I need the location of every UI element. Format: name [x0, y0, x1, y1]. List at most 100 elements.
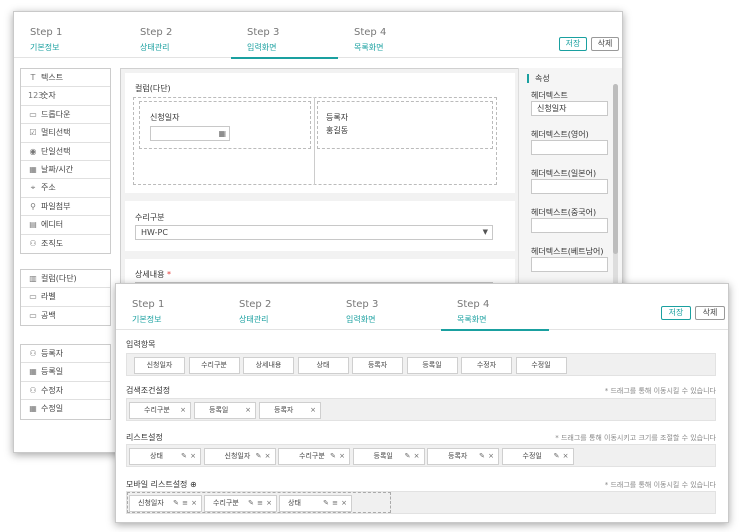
search-chip[interactable]: 수리구분 × [129, 402, 191, 419]
drag-handle-icon[interactable]: ≡ [182, 496, 188, 511]
edit-icon[interactable]: ✎ [181, 449, 187, 464]
close-icon[interactable]: × [563, 449, 569, 464]
list-chip[interactable]: 수정일 ✎ × [501, 448, 574, 465]
close-icon[interactable]: × [245, 403, 251, 418]
step-number: Step 4 [457, 299, 490, 310]
step-4-tab[interactable]: Step 4 목록화면 [441, 284, 549, 331]
palette-item[interactable]: 123 숫자 [21, 87, 110, 106]
list-chip[interactable]: 등록일 ✎ × [352, 448, 425, 465]
palette-item[interactable]: ◉ 단일선택 [21, 143, 110, 161]
search-settings-hint: * 드래그를 통해 이동시킬 수 있습니다 [604, 387, 716, 395]
input-item-chip[interactable]: 신청일자 [134, 357, 185, 374]
close-icon[interactable]: × [339, 449, 345, 464]
search-chip[interactable]: 등록일 × [194, 402, 256, 419]
edit-icon[interactable]: ✎ [256, 449, 262, 464]
input-items-zone: 신청일자 수리구분 상세내용 상태 등록자 등록일 수정자 수정일 [126, 353, 716, 376]
step-2-tab[interactable]: Step 2 상태관리 [223, 284, 329, 330]
delete-button[interactable]: 삭제 [591, 37, 619, 51]
mobile-chip[interactable]: 신청일자 ✎ ≡ × [129, 495, 202, 512]
step-2-tab[interactable]: Step 2 상태관리 [124, 12, 229, 58]
chip-label: 상태 [150, 452, 163, 460]
step-1-tab[interactable]: Step 1 기본정보 [116, 284, 222, 330]
input-item-chip[interactable]: 수정일 [515, 357, 567, 374]
registrant-value: 홍길동 [326, 126, 349, 135]
drag-handle-icon[interactable]: ≡ [332, 496, 338, 511]
close-icon[interactable]: × [180, 403, 186, 418]
palette-item[interactable]: ▭ 공백 [21, 307, 110, 325]
palette-item[interactable]: ▦ 날짜/시간 [21, 161, 110, 180]
edit-icon[interactable]: ✎ [248, 496, 254, 511]
save-button[interactable]: 저장 [661, 306, 691, 320]
date-input[interactable]: ▦ [150, 126, 230, 141]
delete-button[interactable]: 삭제 [695, 306, 725, 320]
close-icon[interactable]: × [341, 496, 347, 511]
close-icon[interactable]: × [488, 449, 494, 464]
palette-item[interactable]: ⚇ 등록자 [21, 345, 110, 364]
drag-handle-icon[interactable]: ≡ [257, 496, 263, 511]
step-nav: Step 1 기본정보 Step 2 상태관리 Step 3 입력화면 Step… [116, 284, 728, 331]
repair-type-block[interactable]: 수리구분 HW-PC ▼ [125, 201, 515, 251]
add-circle-icon[interactable]: ⊕ [190, 480, 197, 489]
property-input[interactable] [531, 140, 608, 155]
input-item-chip[interactable]: 수리구분 [188, 357, 240, 374]
property-input[interactable] [531, 218, 608, 233]
palette-item[interactable]: ⚇ 수정자 [21, 382, 110, 401]
palette-item[interactable]: T 텍스트 [21, 69, 110, 88]
property-input[interactable]: 신청일자 [531, 101, 608, 116]
label-icon: ▭ [29, 292, 37, 302]
input-item-chip[interactable]: 상태 [297, 357, 349, 374]
mobile-chip[interactable]: 상태 ✎ ≡ × [279, 495, 352, 512]
edit-icon[interactable]: ✎ [173, 496, 179, 511]
step-3-tab[interactable]: Step 3 입력화면 [231, 12, 338, 59]
close-icon[interactable]: × [265, 449, 271, 464]
step-1-tab[interactable]: Step 1 기본정보 [14, 12, 119, 58]
palette-item[interactable]: ☑ 멀티선택 [21, 124, 110, 143]
calendar-icon: ▦ [29, 404, 37, 414]
property-input[interactable] [531, 257, 608, 272]
date-field-block[interactable]: 신청일자 ▦ [139, 101, 311, 149]
edit-icon[interactable]: ✎ [330, 449, 336, 464]
edit-icon[interactable]: ✎ [323, 496, 329, 511]
palette-item[interactable]: ▤ 에디터 [21, 216, 110, 235]
palette-item[interactable]: ▦ 수정일 [21, 400, 110, 418]
property-input[interactable] [531, 179, 608, 194]
registrant-field-block[interactable]: 등록자 홍길동 [317, 101, 493, 149]
list-chip[interactable]: 등록자 ✎ × [427, 448, 499, 465]
edit-icon[interactable]: ✎ [405, 449, 411, 464]
palette-item[interactable]: ⌖ 주소 [21, 179, 110, 198]
step-3-tab[interactable]: Step 3 입력화면 [330, 284, 436, 330]
mobile-list-zone: 신청일자 ✎ ≡ × 수리구분 ✎ ≡ × 상태 ✎ ≡ × [126, 491, 716, 514]
input-item-chip[interactable]: 수정자 [461, 357, 512, 374]
edit-icon[interactable]: ✎ [554, 449, 560, 464]
field-palette-basic: T 텍스트 123 숫자 ▭ 드롭다운 ☑ 멀티선택 ◉ 단일선택 ▦ 날짜/시간 ⌖ 주소 ⚲ 파일첨부 ▤ 에… [20, 68, 111, 254]
palette-item[interactable]: ⚲ 파일첨부 [21, 198, 110, 217]
mobile-chip[interactable]: 수리구분 ✎ ≡ × [204, 495, 277, 512]
scrollbar-thumb[interactable] [613, 84, 618, 254]
search-chip[interactable]: 등록자 × [259, 402, 321, 419]
close-icon[interactable]: × [414, 449, 420, 464]
step-4-tab[interactable]: Step 4 목록화면 [338, 12, 443, 58]
palette-item[interactable]: ▭ 드롭다운 [21, 106, 110, 125]
column-block[interactable]: 컬럼(다단) 신청일자 ▦ 등록자 홍길동 [125, 73, 515, 193]
palette-item[interactable]: ▦ 등록일 [21, 363, 110, 382]
chip-label: 신청일자 [138, 499, 164, 507]
edit-icon[interactable]: ✎ [479, 449, 485, 464]
list-chip[interactable]: 신청일자 ✎ × [203, 448, 276, 465]
list-chip[interactable]: 상태 ✎ × [129, 448, 201, 465]
list-chip[interactable]: 수리구분 ✎ × [278, 448, 350, 465]
close-icon[interactable]: × [190, 449, 196, 464]
chip-label: 수리구분 [144, 406, 170, 414]
palette-item[interactable]: ▭ 라벨 [21, 288, 110, 307]
step-name: 상태관리 [140, 43, 170, 52]
input-item-chip[interactable]: 등록일 [406, 357, 458, 374]
palette-item[interactable]: ⚇ 조직도 [21, 235, 110, 253]
repair-type-select[interactable]: HW-PC ▼ [135, 225, 493, 240]
save-button[interactable]: 저장 [559, 37, 587, 51]
close-icon[interactable]: × [310, 403, 316, 418]
calendar-icon: ▦ [29, 164, 37, 174]
close-icon[interactable]: × [266, 496, 272, 511]
close-icon[interactable]: × [191, 496, 197, 511]
input-item-chip[interactable]: 등록자 [352, 357, 403, 374]
palette-item[interactable]: ▥ 컬럼(다단) [21, 270, 110, 289]
input-item-chip[interactable]: 상세내용 [243, 357, 294, 374]
